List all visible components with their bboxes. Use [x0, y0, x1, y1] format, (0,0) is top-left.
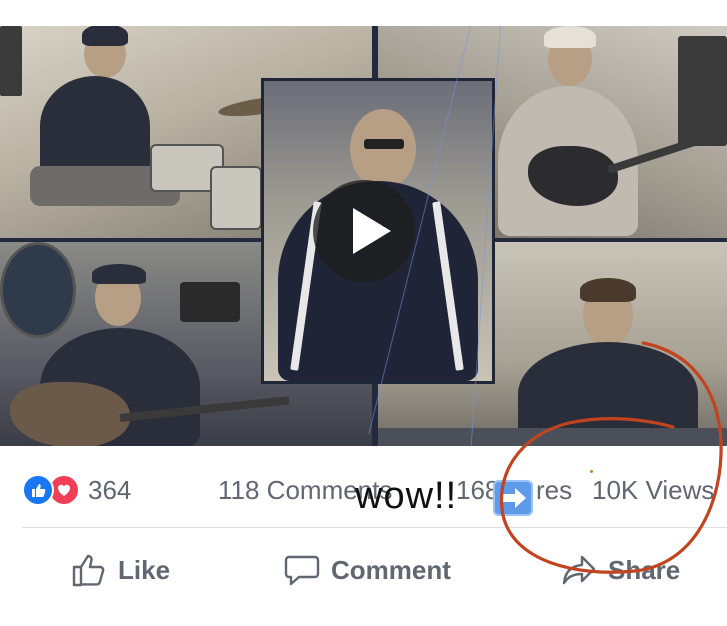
like-button[interactable]: Like: [70, 546, 170, 594]
like-label: Like: [118, 554, 171, 585]
comment-button[interactable]: Comment: [283, 546, 451, 594]
like-reaction-icon: [22, 474, 54, 506]
play-button[interactable]: [313, 180, 415, 282]
thumbs-up-icon: [72, 554, 105, 587]
play-icon: [353, 208, 391, 254]
comment-label: Comment: [331, 554, 451, 585]
reaction-count: 364: [88, 474, 132, 505]
annotation-circle: [500, 341, 723, 574]
annotation-text: wow!!: [355, 475, 458, 517]
reactions-summary[interactable]: 364: [22, 474, 131, 506]
comment-bubble-icon: [284, 555, 320, 586]
